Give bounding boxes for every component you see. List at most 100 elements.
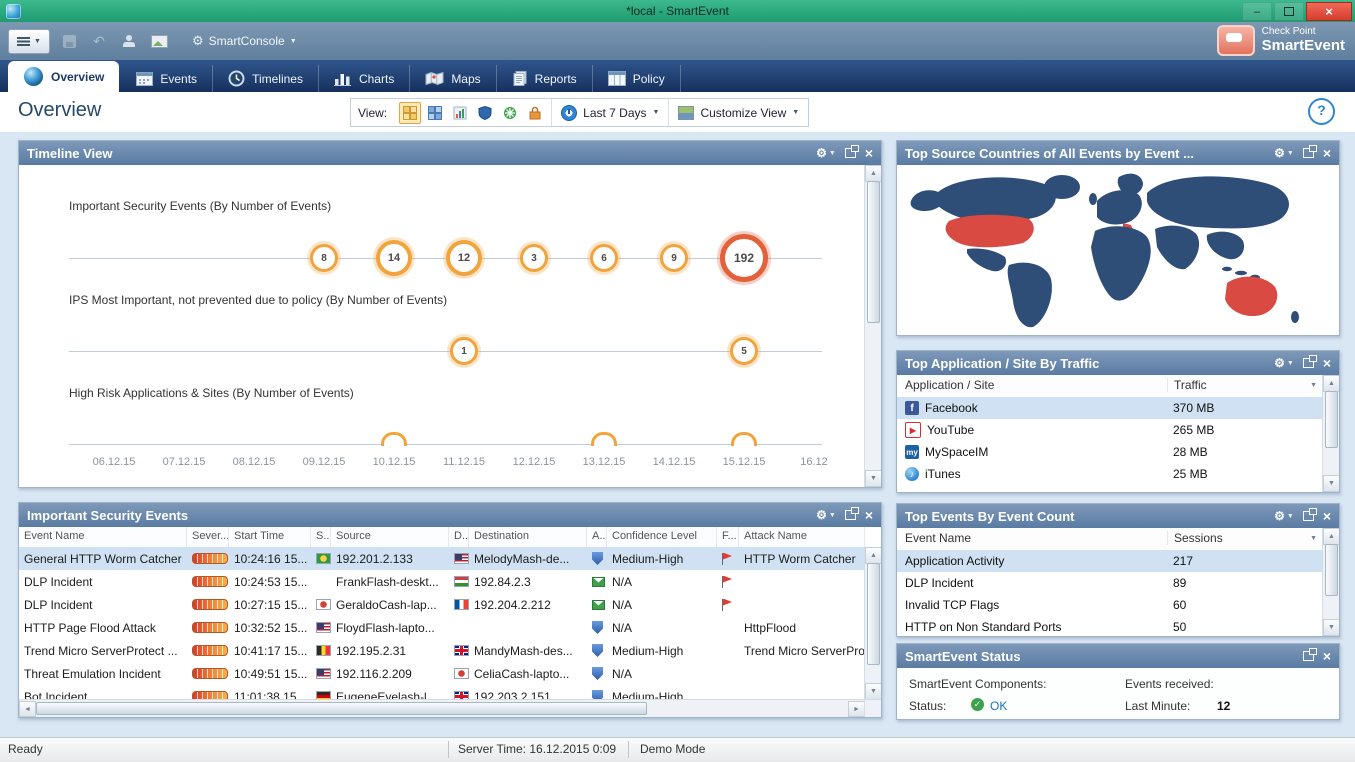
close-icon[interactable]: × [865, 508, 873, 522]
world-map[interactable] [897, 165, 1339, 335]
column-header[interactable]: Sessions [1167, 531, 1323, 545]
scroll-up-button[interactable]: ▲ [865, 165, 881, 182]
column-header[interactable]: Event Name [19, 527, 187, 547]
timeline-event-bubble[interactable]: 192 [720, 234, 768, 282]
timeline-event-bubble[interactable]: 5 [730, 337, 758, 365]
event-table-row[interactable]: DLP Incident10:27:15 15...GeraldoCash-la… [19, 593, 865, 616]
tab-events[interactable]: Events [121, 65, 213, 92]
gear-icon[interactable]: ⚙▼ [1274, 146, 1294, 160]
tab-charts[interactable]: Charts [319, 65, 410, 92]
event-table-row[interactable]: Trend Micro ServerProtect ...10:41:17 15… [19, 639, 865, 662]
timeline-event-bubble[interactable] [591, 432, 617, 446]
scroll-right-button[interactable]: ► [848, 701, 865, 717]
undo-button[interactable]: ↶ [88, 30, 110, 52]
vertical-scrollbar[interactable]: ▲ ▼ [1322, 528, 1339, 636]
popout-icon[interactable] [1303, 651, 1314, 661]
sort-dropdown-icon[interactable]: ▼ [1310, 382, 1317, 389]
event-table-row[interactable]: Bot Incident11:01:38 15...EugeneEyelash-… [19, 685, 865, 700]
sort-dropdown-icon[interactable]: ▼ [1310, 535, 1317, 542]
user-button[interactable] [118, 30, 140, 52]
tab-policy[interactable]: Policy [593, 65, 681, 92]
scroll-up-button[interactable]: ▲ [1323, 528, 1339, 545]
save-button[interactable] [58, 30, 80, 52]
vertical-scrollbar[interactable]: ▲ ▼ [864, 547, 881, 700]
gear-icon[interactable]: ⚙▼ [1274, 509, 1294, 523]
minimize-button[interactable]: – [1242, 2, 1272, 21]
tab-overview[interactable]: Overview [8, 61, 119, 92]
timeline-event-bubble[interactable] [731, 432, 757, 446]
help-button[interactable]: ? [1308, 98, 1335, 125]
popout-icon[interactable] [845, 510, 856, 520]
scroll-up-button[interactable]: ▲ [865, 547, 881, 564]
tab-maps[interactable]: Maps [410, 65, 496, 92]
gear-icon[interactable]: ⚙▼ [1274, 356, 1294, 370]
column-header[interactable]: Event Name [905, 531, 971, 545]
scrollbar-thumb[interactable] [36, 702, 647, 715]
application-row[interactable]: myMySpaceIM28 MB [897, 441, 1323, 463]
view-option-firewall[interactable] [524, 102, 546, 124]
view-option-apps[interactable] [449, 102, 471, 124]
screenshot-button[interactable] [148, 30, 170, 52]
scrollbar-thumb[interactable] [867, 181, 880, 323]
column-header[interactable]: D... [449, 527, 469, 547]
maximize-button[interactable] [1274, 2, 1304, 21]
event-table-row[interactable]: Threat Emulation Incident10:49:51 15...1… [19, 662, 865, 685]
timeline-event-bubble[interactable]: 8 [310, 244, 338, 272]
timeline-event-bubble[interactable] [381, 432, 407, 446]
view-option-windows[interactable] [399, 102, 421, 124]
tab-timelines[interactable]: Timelines [213, 65, 319, 92]
popout-icon[interactable] [845, 148, 856, 158]
column-header[interactable]: F... [717, 527, 739, 547]
menu-button[interactable]: ▼ [8, 29, 50, 54]
scrollbar-thumb[interactable] [867, 563, 880, 665]
view-option-antivirus[interactable] [499, 102, 521, 124]
column-header[interactable]: Attack Name [739, 527, 865, 547]
close-button[interactable]: × [1306, 2, 1352, 21]
close-icon[interactable]: × [1323, 649, 1331, 663]
column-header[interactable]: Application / Site [905, 378, 994, 392]
popout-icon[interactable] [1303, 148, 1314, 158]
scroll-down-button[interactable]: ▼ [1323, 619, 1339, 636]
column-header[interactable]: Start Time [229, 527, 311, 547]
vertical-scrollbar[interactable]: ▲ ▼ [864, 165, 881, 487]
event-table-row[interactable]: General HTTP Worm Catcher10:24:16 15...1… [19, 547, 865, 570]
smartconsole-menu[interactable]: ⚙SmartConsole▼ [192, 33, 297, 49]
column-header[interactable]: Source [331, 527, 449, 547]
timeline-event-bubble[interactable]: 3 [520, 244, 548, 272]
top-event-row[interactable]: Application Activity217 [897, 550, 1323, 572]
timeline-event-bubble[interactable]: 12 [446, 240, 482, 276]
timeline-event-bubble[interactable]: 6 [590, 244, 618, 272]
top-event-row[interactable]: Invalid TCP Flags60 [897, 594, 1323, 616]
timeline-event-bubble[interactable]: 14 [376, 240, 412, 276]
column-header[interactable]: Destination [469, 527, 587, 547]
scroll-down-button[interactable]: ▼ [1323, 475, 1339, 492]
tab-reports[interactable]: Reports [497, 65, 593, 92]
close-icon[interactable]: × [1323, 356, 1331, 370]
event-table-row[interactable]: HTTP Page Flood Attack10:32:52 15...Floy… [19, 616, 865, 639]
view-option-ips[interactable] [474, 102, 496, 124]
top-event-row[interactable]: DLP Incident89 [897, 572, 1323, 594]
popout-icon[interactable] [1303, 511, 1314, 521]
scroll-left-button[interactable]: ◄ [19, 701, 36, 717]
scroll-up-button[interactable]: ▲ [1323, 375, 1339, 392]
application-row[interactable]: fFacebook370 MB [897, 397, 1323, 419]
event-table-row[interactable]: DLP Incident10:24:53 15...FrankFlash-des… [19, 570, 865, 593]
popout-icon[interactable] [1303, 358, 1314, 368]
horizontal-scrollbar[interactable]: ◄ ► [19, 699, 865, 717]
scroll-down-button[interactable]: ▼ [865, 683, 881, 700]
scroll-down-button[interactable]: ▼ [865, 470, 881, 487]
close-icon[interactable]: × [1323, 509, 1331, 523]
period-dropdown[interactable]: Last 7 Days▼ [552, 99, 669, 126]
view-option-tiles[interactable] [424, 102, 446, 124]
scrollbar-thumb[interactable] [1325, 544, 1338, 596]
timeline-event-bubble[interactable]: 1 [450, 337, 478, 365]
gear-icon[interactable]: ⚙▼ [816, 508, 836, 522]
close-icon[interactable]: × [865, 146, 873, 160]
customize-view-dropdown[interactable]: Customize View▼ [669, 99, 808, 126]
application-row[interactable]: ▶YouTube265 MB [897, 419, 1323, 441]
gear-icon[interactable]: ⚙▼ [816, 146, 836, 160]
column-header[interactable]: A... [587, 527, 607, 547]
column-header[interactable]: S... [311, 527, 331, 547]
timeline-event-bubble[interactable]: 9 [660, 244, 688, 272]
scrollbar-thumb[interactable] [1325, 391, 1338, 448]
